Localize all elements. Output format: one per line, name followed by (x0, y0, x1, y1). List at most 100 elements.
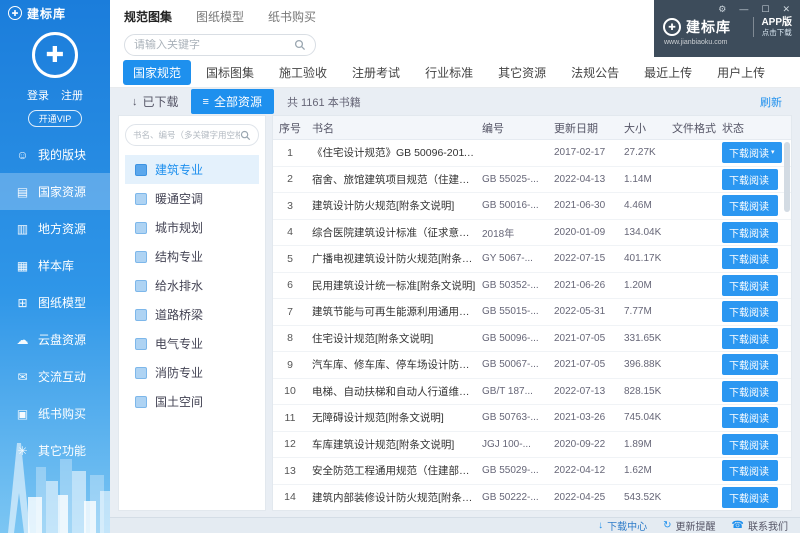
download-read-button[interactable]: 下载阅读 (722, 407, 778, 429)
sidebar-item-community[interactable]: ✉ 交流互动 (0, 358, 110, 395)
filter-search-input[interactable] (133, 130, 240, 140)
update-reminder-link[interactable]: ↻ 更新提醒 (663, 518, 715, 533)
download-read-button[interactable]: 下载阅读 (722, 221, 778, 243)
app-logo-icon: ✚ (8, 6, 22, 20)
filter-search (125, 124, 259, 146)
app-download[interactable]: APP版 点击下载 (753, 17, 792, 38)
category-fire-protection[interactable]: 消防专业 (125, 358, 259, 387)
app-badge: APP版 (761, 17, 792, 28)
tab-user-uploads[interactable]: 用户上传 (707, 60, 775, 85)
download-read-button[interactable]: 下载阅读 (722, 460, 778, 482)
download-read-button[interactable]: 下载阅读 (722, 301, 778, 323)
tab-national-atlas[interactable]: 国标图集 (196, 60, 264, 85)
maximize-button[interactable]: ☐ (761, 5, 769, 14)
category-hvac[interactable]: 暖通空调 (125, 184, 259, 213)
category-structure[interactable]: 结构专业 (125, 242, 259, 271)
sidebar-item-paper-books[interactable]: ▣ 纸书购买 (0, 395, 110, 432)
register-link[interactable]: 注册 (61, 87, 83, 103)
download-read-button[interactable]: 下载阅读 (722, 274, 778, 296)
row-index: 2 (287, 173, 293, 186)
sidebar-item-cloud-resources[interactable]: ☁ 云盘资源 (0, 321, 110, 358)
table-row[interactable]: 8 住宅设计规范[附条文说明] GB 50096-... 2021-07-05 … (273, 326, 791, 352)
table-row[interactable]: 11 无障碍设计规范[附条文说明] GB 50763-... 2021-03-2… (273, 405, 791, 432)
table-row[interactable]: 6 民用建筑设计统一标准[附条文说明] GB 50352-... 2021-06… (273, 273, 791, 299)
sidebar-item-local-resources[interactable]: ▥ 地方资源 (0, 210, 110, 247)
category-territorial-space[interactable]: 国土空间 (125, 387, 259, 416)
minimize-button[interactable]: — (739, 5, 748, 14)
table-row[interactable]: 9 汽车库、修车库、停车场设计防火规范[附条文说明] GB 50067-... … (273, 352, 791, 379)
download-read-button[interactable]: 下载阅读 (722, 433, 778, 455)
update-date: 2020-01-09 (554, 226, 606, 238)
category-roads-bridges[interactable]: 道路桥梁 (125, 300, 259, 329)
top-tab-paper-books[interactable]: 纸书购买 (268, 8, 316, 25)
update-date: 2021-07-05 (554, 332, 606, 344)
download-read-button[interactable]: 下载阅读 (722, 486, 778, 508)
category-electrical[interactable]: 电气专业 (125, 329, 259, 358)
refresh-button[interactable]: 刷新 (760, 94, 790, 110)
download-read-button[interactable]: 下载阅读 (722, 327, 778, 349)
book-code: GB/T 187... (482, 385, 533, 397)
scrollbar[interactable] (784, 142, 790, 508)
top-tab-spec-atlas[interactable]: 规范图集 (124, 8, 172, 25)
sidebar-item-drawing-models[interactable]: ⊞ 图纸模型 (0, 284, 110, 321)
sidebar-item-my-sections[interactable]: ☺ 我的版块 (0, 136, 110, 173)
app-download-action[interactable]: 点击下载 (761, 28, 792, 38)
table-row[interactable]: 12 车库建筑设计规范[附条文说明] JGJ 100-... 2020-09-2… (273, 432, 791, 458)
category-architecture[interactable]: 建筑专业 (125, 155, 259, 184)
vip-button[interactable]: 开通VIP (27, 110, 83, 127)
table-row[interactable]: 2 宿舍、旅馆建筑项目规范（住建部公开版） GB 55025-... 2022-… (273, 167, 791, 193)
cloud-icon: ☁ (16, 332, 29, 347)
sidebar-item-other-functions[interactable]: ✳ 其它功能 (0, 432, 110, 469)
search-icon[interactable] (294, 39, 306, 51)
tab-national-standards[interactable]: 国家规范 (123, 59, 192, 85)
table-row[interactable]: 5 广播电视建筑设计防火规范[附条文说明] GY 5067-... 2022-0… (273, 246, 791, 273)
tab-other-resources[interactable]: 其它资源 (488, 60, 556, 85)
table-row[interactable]: 3 建筑设计防火规范[附条文说明] GB 50016-... 2021-06-3… (273, 193, 791, 220)
book-title: 建筑内部装修设计防火规范[附条文说明] (312, 491, 477, 504)
download-center-link[interactable]: ↓ 下载中心 (598, 518, 647, 533)
table-row[interactable]: 7 建筑节能与可再生能源利用通用规范[附条文说明] GB 55015-... 2… (273, 299, 791, 326)
category-water-supply[interactable]: 给水排水 (125, 271, 259, 300)
settings-icon[interactable]: ⚙ (718, 5, 726, 14)
book-title: 车库建筑设计规范[附条文说明] (312, 438, 455, 451)
table-row[interactable]: 13 安全防范工程通用规范（住建部公开版） GB 55029-... 2022-… (273, 458, 791, 485)
tab-all-resources[interactable]: ≡ 全部资源 (190, 89, 274, 114)
close-button[interactable]: ✕ (782, 5, 790, 14)
download-read-button[interactable]: 下载阅读 (722, 195, 778, 217)
file-size: 7.77M (624, 306, 652, 318)
sidebar-item-national-resources[interactable]: ▤ 国家资源 (0, 173, 110, 210)
table-row[interactable]: 10 电梯、自动扶梯和自动人行道维修规范 GB/T 187... 2022-07… (273, 379, 791, 405)
category-urban-planning[interactable]: 城市规划 (125, 213, 259, 242)
table-row[interactable]: 14 建筑内部装修设计防火规范[附条文说明] GB 50222-... 2022… (273, 485, 791, 511)
app-logo: ✚ (32, 32, 78, 78)
filter-search-icon[interactable] (240, 130, 251, 141)
sidebar-header: ✚ 建标库 (0, 0, 110, 26)
update-date: 2022-07-15 (554, 253, 606, 265)
download-read-button[interactable]: 下载阅读 (722, 168, 778, 190)
download-read-button[interactable]: 下载阅读 (722, 248, 778, 270)
tab-downloaded[interactable]: ↓ 已下载 (120, 89, 191, 114)
download-read-button[interactable]: 下载阅读 (722, 380, 778, 402)
table-row[interactable]: 1 《住宅设计规范》GB 50096-2011局部修订条文及说... 2017-… (273, 140, 791, 167)
tab-registration-exam[interactable]: 注册考试 (342, 60, 410, 85)
tab-recent-uploads[interactable]: 最近上传 (634, 60, 702, 85)
scrollbar-thumb[interactable] (784, 142, 790, 212)
tab-regulations[interactable]: 法规公告 (561, 60, 629, 85)
search-input[interactable] (134, 39, 294, 51)
download-read-label: 下载阅读 (729, 414, 769, 426)
download-read-button[interactable]: 下载阅读 ▾ (722, 142, 782, 164)
top-tab-drawing-models[interactable]: 图纸模型 (196, 8, 244, 25)
download-read-label: 下载阅读 (729, 202, 769, 214)
contact-us-link[interactable]: ☎ 联系我们 (732, 518, 788, 533)
tab-industry-standards[interactable]: 行业标准 (415, 60, 483, 85)
global-search (124, 34, 316, 56)
login-link[interactable]: 登录 (27, 87, 49, 103)
topbar: 规范图集 图纸模型 纸书购买 ⚙ — ☐ ✕ ✚ 建标库 APP版 点击下载 (110, 0, 800, 57)
table-row[interactable]: 4 综合医院建筑设计标准（征求意见稿） 2018年 2020-01-09 134… (273, 220, 791, 246)
tab-construction-acceptance[interactable]: 施工验收 (269, 60, 337, 85)
category-list: 建筑专业 暖通空调 城市规划 结构专业 给水排水 道路桥梁 电气专业 消防专业 … (125, 155, 259, 416)
download-read-button[interactable]: 下载阅读 (722, 354, 778, 376)
local-resources-icon: ▥ (16, 221, 29, 236)
sidebar-item-sample-library[interactable]: ▦ 样本库 (0, 247, 110, 284)
column-header: 文件格式 (672, 122, 716, 135)
